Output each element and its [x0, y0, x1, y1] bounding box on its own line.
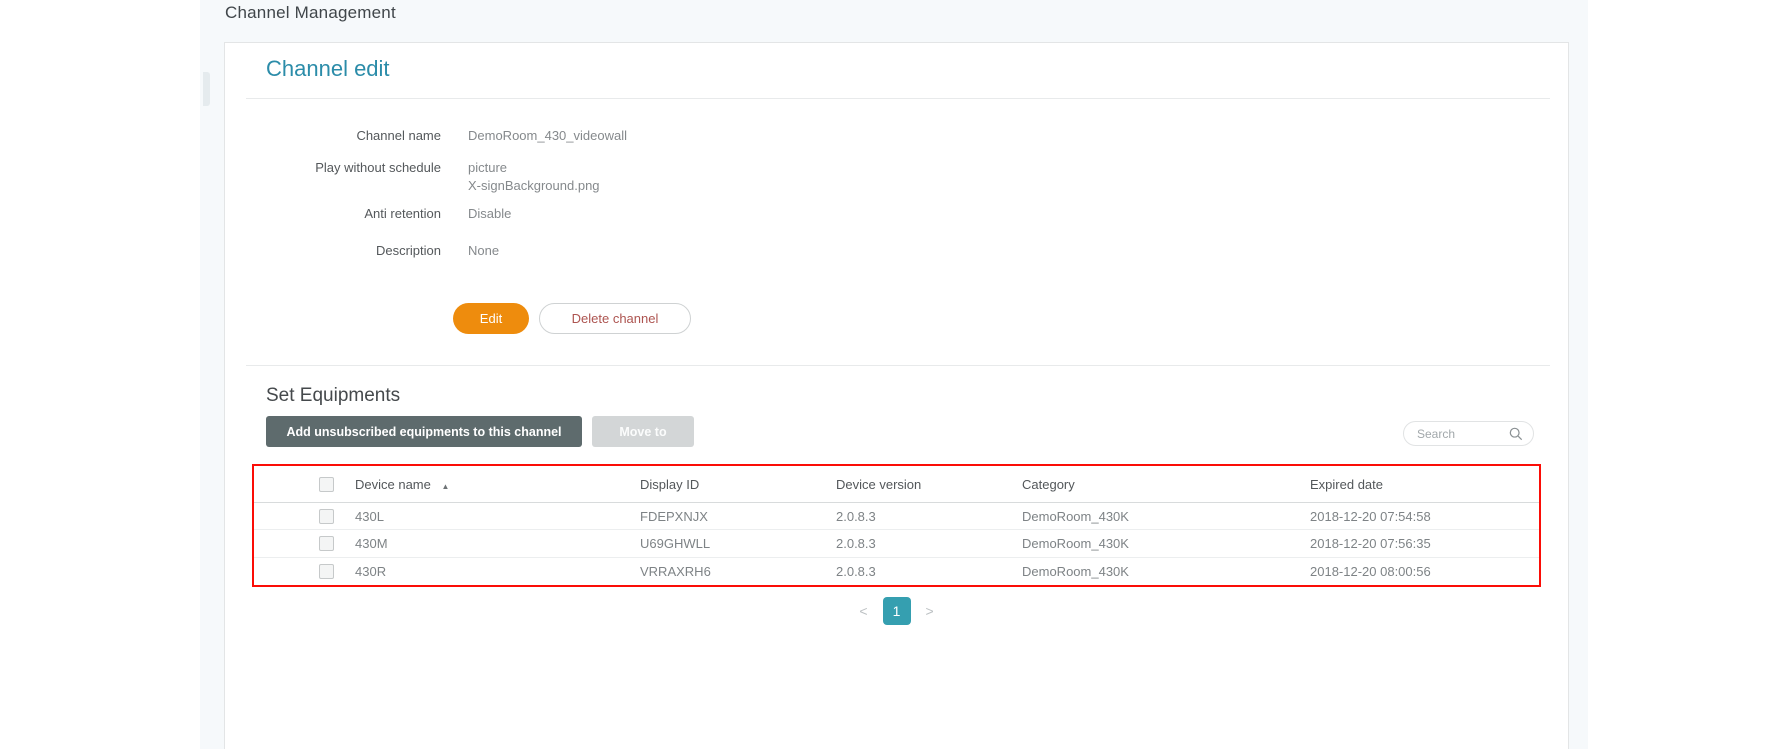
field-value: DemoRoom_430_videowall	[468, 127, 627, 145]
table-row: 430R VRRAXRH6 2.0.8.3 DemoRoom_430K 2018…	[254, 558, 1539, 585]
cell-expired-date: 2018-12-20 08:00:56	[1310, 564, 1539, 579]
table-row: 430L FDEPXNJX 2.0.8.3 DemoRoom_430K 2018…	[254, 503, 1539, 530]
cell-device-version: 2.0.8.3	[836, 536, 1022, 551]
search-box	[1403, 421, 1534, 446]
cell-category: DemoRoom_430K	[1022, 509, 1310, 524]
field-label: Anti retention	[225, 205, 441, 223]
row-checkbox-cell	[254, 564, 355, 579]
channel-edit-card: Channel edit Channel name DemoRoom_430_v…	[224, 42, 1569, 749]
page-title: Channel Management	[225, 3, 396, 23]
heading-divider	[246, 98, 1550, 99]
cell-expired-date: 2018-12-20 07:54:58	[1310, 509, 1539, 524]
cell-expired-date: 2018-12-20 07:56:35	[1310, 536, 1539, 551]
table-row: 430M U69GHWLL 2.0.8.3 DemoRoom_430K 2018…	[254, 530, 1539, 557]
cell-device-name: 430M	[355, 536, 640, 551]
pagination-prev-button[interactable]: <	[859, 603, 867, 619]
delete-channel-button[interactable]: Delete channel	[539, 303, 691, 334]
cell-device-version: 2.0.8.3	[836, 509, 1022, 524]
cell-device-name: 430L	[355, 509, 640, 524]
channel-edit-heading: Channel edit	[266, 56, 390, 82]
sort-ascending-icon: ▲	[442, 482, 450, 491]
field-value: picture X-signBackground.png	[468, 159, 600, 195]
cell-device-version: 2.0.8.3	[836, 564, 1022, 579]
search-icon[interactable]	[1509, 427, 1523, 441]
cell-display-id: FDEPXNJX	[640, 509, 836, 524]
row-checkbox[interactable]	[319, 536, 334, 551]
column-header-device-version[interactable]: Device version	[836, 477, 1022, 492]
equipments-table: Device name ▲ Display ID Device version …	[252, 464, 1541, 587]
row-checkbox-cell	[254, 536, 355, 551]
cell-device-name: 430R	[355, 564, 640, 579]
header-checkbox-cell	[254, 477, 355, 492]
column-header-expired-date[interactable]: Expired date	[1310, 477, 1539, 492]
row-checkbox[interactable]	[319, 564, 334, 579]
play-type-value: picture	[468, 159, 600, 177]
search-input[interactable]	[1404, 427, 1509, 441]
field-label: Channel name	[225, 127, 441, 145]
row-checkbox-cell	[254, 509, 355, 524]
left-edge-panel-sliver	[203, 72, 210, 106]
field-value: None	[468, 242, 499, 260]
column-header-label: Device name	[355, 477, 431, 492]
pagination-next-button[interactable]: >	[926, 603, 934, 619]
set-equipments-heading: Set Equipments	[266, 385, 400, 407]
cell-category: DemoRoom_430K	[1022, 564, 1310, 579]
play-file-value: X-signBackground.png	[468, 177, 600, 195]
cell-category: DemoRoom_430K	[1022, 536, 1310, 551]
field-label: Description	[225, 242, 441, 260]
pagination-page-1-button[interactable]: 1	[883, 597, 911, 625]
table-header-row: Device name ▲ Display ID Device version …	[254, 466, 1539, 503]
cell-display-id: VRRAXRH6	[640, 564, 836, 579]
cell-display-id: U69GHWLL	[640, 536, 836, 551]
field-label: Play without schedule	[225, 159, 441, 177]
edit-button[interactable]: Edit	[453, 303, 529, 334]
pagination: < 1 >	[252, 596, 1541, 625]
add-unsubscribed-equipments-button[interactable]: Add unsubscribed equipments to this chan…	[266, 416, 582, 447]
move-to-button[interactable]: Move to	[592, 416, 694, 447]
field-value: Disable	[468, 205, 511, 223]
column-header-category[interactable]: Category	[1022, 477, 1310, 492]
row-checkbox[interactable]	[319, 509, 334, 524]
select-all-checkbox[interactable]	[319, 477, 334, 492]
column-header-display-id[interactable]: Display ID	[640, 477, 836, 492]
column-header-device-name[interactable]: Device name ▲	[355, 477, 640, 492]
section-divider	[246, 365, 1550, 366]
